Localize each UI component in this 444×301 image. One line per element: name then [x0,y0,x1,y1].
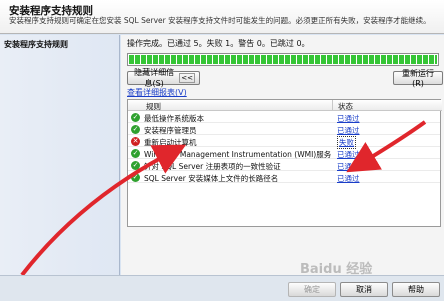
rerun-label: 重新运行(R) [402,69,434,88]
table-row[interactable]: ✕ 重新启动计算机 失败 [128,136,440,149]
sidebar: 安装程序支持规则 [0,35,120,275]
table-row[interactable]: ✓ 最低操作系统版本 已通过 [128,112,440,123]
table-row[interactable]: ✓ 安装程序管理员 已通过 [128,124,440,135]
sidebar-item-support-rules[interactable]: 安装程序支持规则 [4,39,68,50]
error-circle-icon: ✕ [131,137,140,146]
table-row[interactable]: ✓ 针对 SQL Server 注册表项的一致性验证 已通过 [128,160,440,171]
progress-fill [129,55,437,64]
main-panel: 操作完成。已通过 5。失败 1。警告 0。已跳过 0。 隐藏详细信息(S) <<… [121,35,444,275]
table-row[interactable]: ✓ SQL Server 安装媒体上文件的长路径名 已通过 [128,172,440,183]
footer: 确定 取消 帮助 [0,275,444,301]
rule-name: SQL Server 安装媒体上文件的长路径名 [144,174,279,183]
status-link[interactable]: 已通过 [337,161,360,172]
hide-details-label: 隐藏详细信息(S) [134,68,175,88]
chevron-collapse-icon: << [179,73,195,83]
page-description: 安装程序支持规则可确定在您安装 SQL Server 安装程序支持文件时可能发生… [9,16,431,25]
help-button[interactable]: 帮助 [392,282,440,297]
header: 安装程序支持规则 安装程序支持规则可确定在您安装 SQL Server 安装程序… [0,0,444,34]
operation-summary: 操作完成。已通过 5。失败 1。警告 0。已跳过 0。 [127,39,310,48]
rerun-button[interactable]: 重新运行(R) [393,69,443,88]
rule-name: Windows Management Instrumentation (WMI)… [144,150,332,159]
hide-details-button[interactable]: 隐藏详细信息(S) << [127,68,200,88]
status-link[interactable]: 已通过 [337,173,360,184]
status-link[interactable]: 已通过 [337,113,360,124]
table-row[interactable]: ✓ Windows Management Instrumentation (WM… [128,148,440,159]
status-link[interactable]: 已通过 [337,125,360,136]
rule-name: 重新启动计算机 [144,138,197,147]
check-circle-icon: ✓ [131,149,140,158]
check-circle-icon: ✓ [131,161,140,170]
check-circle-icon: ✓ [131,173,140,182]
column-header-rule[interactable]: 规则 [146,101,161,112]
check-circle-icon: ✓ [131,125,140,134]
cancel-button[interactable]: 取消 [340,282,388,297]
column-header-status[interactable]: 状态 [338,101,353,112]
view-report-link[interactable]: 查看详细报表(V) [127,87,187,98]
ok-button[interactable]: 确定 [288,282,336,297]
rule-name: 安装程序管理员 [144,126,197,135]
rules-table: 规则 状态 ✓ 最低操作系统版本 已通过 ✓ 安装程序管理员 已通过 ✕ 重新启… [127,99,442,227]
table-header: 规则 状态 [128,100,442,111]
progress-bar [127,53,439,66]
rule-name: 最低操作系统版本 [144,114,204,123]
check-circle-icon: ✓ [131,113,140,122]
rule-name: 针对 SQL Server 注册表项的一致性验证 [144,162,281,171]
status-link[interactable]: 已通过 [337,149,360,160]
column-separator[interactable] [332,100,333,111]
